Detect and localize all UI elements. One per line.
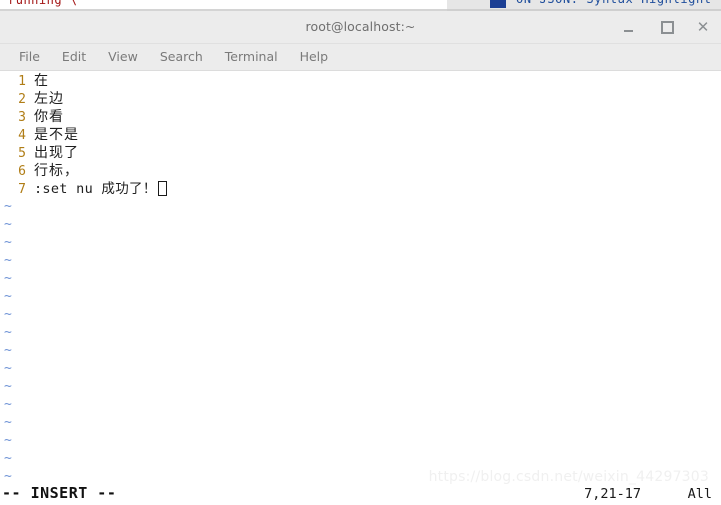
empty-line-marker: ~ [4,433,12,448]
line-number: 2 [18,92,26,107]
scroll-position-indicator: All [687,486,712,502]
empty-line-marker: ~ [4,361,12,376]
line-number: 7 [18,182,26,197]
line-text: 行标， [34,163,79,179]
empty-line-marker: ~ [4,469,12,484]
buffer-line[interactable]: 7 :set nu 成功了！ [0,180,167,198]
line-number: 3 [18,110,26,125]
line-number: 5 [18,146,26,161]
empty-line-marker: ~ [4,415,12,430]
menu-item-terminal[interactable]: Terminal [214,44,289,70]
vim-mode-indicator: -- INSERT -- [2,484,117,502]
background-color-swatch [490,0,506,8]
close-button[interactable]: ✕ [693,17,713,37]
empty-line-marker: ~ [4,235,12,250]
empty-line-marker: ~ [4,343,12,358]
menu-item-help[interactable]: Help [289,44,340,70]
empty-line-marker: ~ [4,397,12,412]
line-number: 4 [18,128,26,143]
vim-status-line: -- INSERT -- 7,21-17 All [0,484,721,505]
line-text: 出现了 [34,145,79,161]
empty-line-marker: ~ [4,253,12,268]
background-code-fragment-left: running"\ [8,0,78,7]
menu-item-file[interactable]: File [8,44,51,70]
buffer-line[interactable]: 1在 [0,72,49,90]
close-icon: ✕ [696,18,710,36]
menu-item-view[interactable]: View [97,44,149,70]
empty-line-marker: ~ [4,217,12,232]
vim-buffer[interactable]: 1 在 2 左边 3 你看 4 是不是 5 出现了 6 行标， 7:set nu 成功了！ ~ ~ ~ ~ ~ ~ ~… [0,71,721,485]
maximize-icon [660,21,674,34]
menu-item-edit[interactable]: Edit [51,44,97,70]
line-text: :set nu 成功了！ [34,181,157,197]
background-code-fragment-right: ON JSON: Syntax Highlight [516,0,712,6]
empty-line-marker: ~ [4,271,12,286]
empty-line-marker: ~ [4,451,12,466]
buffer-line[interactable]: 5 出现了 [0,144,79,162]
empty-line-marker: ~ [4,199,12,214]
menu-bar: File Edit View Search Terminal Help [0,44,721,71]
buffer-line[interactable]: 4 是不是 [0,126,79,144]
buffer-line[interactable]: 2 左边 [0,90,64,108]
empty-line-marker: ~ [4,289,12,304]
line-number: 6 [18,164,26,179]
buffer-line[interactable]: 3 你看 [0,108,64,126]
terminal-window: root@localhost:~ ✕ File Edit View Search… [0,11,721,505]
minimize-button[interactable] [618,17,638,37]
minimize-icon [623,30,633,32]
buffer-line[interactable]: 6 行标， [0,162,79,180]
line-text: 你看 [34,109,64,125]
menu-item-search[interactable]: Search [149,44,214,70]
line-number: 1 [18,74,26,89]
line-text: 在 [34,73,49,89]
title-bar[interactable]: root@localhost:~ ✕ [0,11,721,44]
empty-line-marker: ~ [4,307,12,322]
line-text: 左边 [34,91,64,107]
maximize-button[interactable] [657,17,677,37]
text-cursor [157,181,167,196]
empty-line-marker: ~ [4,325,12,340]
cursor-position-indicator: 7,21-17 [584,486,641,502]
empty-line-marker: ~ [4,379,12,394]
window-title: root@localhost:~ [305,19,416,34]
line-text: 是不是 [34,127,79,143]
